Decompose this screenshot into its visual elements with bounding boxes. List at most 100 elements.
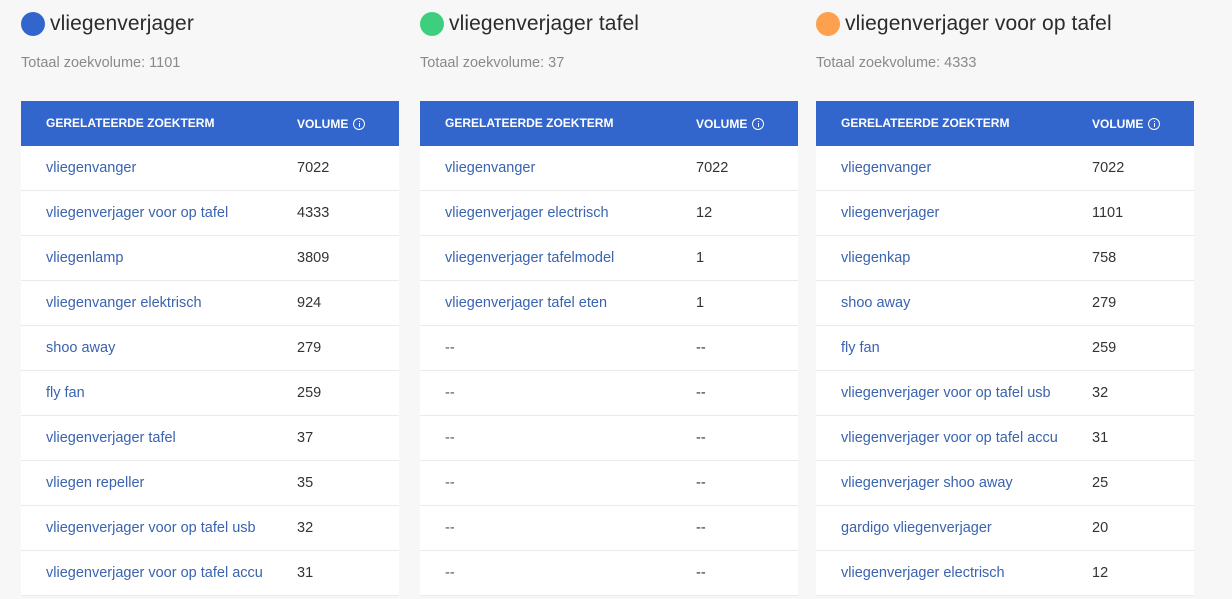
column-header-volume-label: VOLUME bbox=[696, 116, 748, 131]
total-search-volume: Totaal zoekvolume: 1101 bbox=[21, 55, 181, 71]
term-link[interactable]: vliegenverjager voor op tafel accu bbox=[841, 416, 1058, 460]
volume-value: 279 bbox=[297, 340, 322, 356]
table-row: vliegen repeller 35 bbox=[21, 461, 399, 506]
term-link[interactable]: vliegenverjager voor op tafel accu bbox=[46, 551, 263, 595]
table-row: vliegenlamp 3809 bbox=[21, 236, 399, 281]
table-row: fly fan 259 bbox=[816, 326, 1194, 371]
table-row: shoo away 279 bbox=[816, 281, 1194, 326]
volume-value: 4333 bbox=[297, 205, 330, 221]
term-link[interactable]: vliegenverjager tafel bbox=[46, 416, 176, 460]
table-row: vliegenverjager tafel eten 1 bbox=[420, 281, 798, 326]
table-row: vliegenverjager electrisch 12 bbox=[816, 551, 1194, 596]
table-row: vliegenverjager 1101 bbox=[816, 191, 1194, 236]
empty-term: -- bbox=[445, 520, 455, 536]
term-link[interactable]: vliegenverjager tafelmodel bbox=[445, 236, 614, 280]
table-row: vliegenkap 758 bbox=[816, 236, 1194, 281]
term-link[interactable]: vliegen repeller bbox=[46, 461, 144, 505]
volume-value: 32 bbox=[1092, 385, 1109, 401]
volume-value: 1101 bbox=[1092, 205, 1124, 221]
table-row: vliegenverjager voor op tafel usb 32 bbox=[816, 371, 1194, 416]
table-row: vliegenverjager tafelmodel 1 bbox=[420, 236, 798, 281]
related-terms-table: GERELATEERDE ZOEKTERM VOLUME vliegenvang… bbox=[420, 101, 798, 596]
volume-value: 25 bbox=[1092, 475, 1109, 491]
table-row: vliegenverjager voor op tafel 4333 bbox=[21, 191, 399, 236]
panel-title-text: vliegenverjager bbox=[50, 12, 194, 35]
term-link[interactable]: vliegenvanger elektrisch bbox=[46, 281, 202, 325]
column-header-volume-label: VOLUME bbox=[1092, 116, 1144, 131]
volume-value: 259 bbox=[1092, 340, 1117, 356]
table-header: GERELATEERDE ZOEKTERM VOLUME bbox=[420, 101, 798, 146]
volume-value: 35 bbox=[297, 475, 314, 491]
table-row: vliegenvanger 7022 bbox=[816, 146, 1194, 191]
table-header: GERELATEERDE ZOEKTERM VOLUME bbox=[816, 101, 1194, 146]
term-link[interactable]: vliegenverjager electrisch bbox=[445, 191, 609, 235]
volume-value: 7022 bbox=[297, 160, 330, 176]
column-header-volume: VOLUME bbox=[1092, 101, 1161, 146]
related-terms-table: GERELATEERDE ZOEKTERM VOLUME vliegenvang… bbox=[21, 101, 399, 596]
table-header: GERELATEERDE ZOEKTERM VOLUME bbox=[21, 101, 399, 146]
panel-title: vliegenverjager bbox=[21, 9, 194, 39]
volume-value: -- bbox=[696, 475, 706, 491]
empty-term: -- bbox=[445, 475, 455, 491]
volume-value: -- bbox=[696, 340, 706, 356]
term-link[interactable]: vliegenverjager voor op tafel bbox=[46, 191, 228, 235]
volume-value: 31 bbox=[1092, 430, 1109, 446]
volume-value: 20 bbox=[1092, 520, 1109, 536]
volume-value: 924 bbox=[297, 295, 322, 311]
column-header-term: GERELATEERDE ZOEKTERM bbox=[841, 116, 1010, 130]
table-row: -- -- bbox=[420, 506, 798, 551]
volume-value: 37 bbox=[297, 430, 314, 446]
volume-value: 31 bbox=[297, 565, 314, 581]
empty-term: -- bbox=[445, 340, 455, 356]
volume-value: 3809 bbox=[297, 250, 330, 266]
term-link[interactable]: vliegenkap bbox=[841, 236, 910, 280]
panel-title: vliegenverjager voor op tafel bbox=[816, 9, 1112, 39]
volume-value: 7022 bbox=[696, 160, 729, 176]
column-header-volume: VOLUME bbox=[297, 101, 366, 146]
table-row: gardigo vliegenverjager 20 bbox=[816, 506, 1194, 551]
empty-term: -- bbox=[445, 430, 455, 446]
term-link[interactable]: vliegenverjager tafel eten bbox=[445, 281, 607, 325]
volume-value: 32 bbox=[297, 520, 314, 536]
term-link[interactable]: gardigo vliegenverjager bbox=[841, 506, 992, 550]
term-link[interactable]: vliegenvanger bbox=[445, 146, 535, 190]
volume-value: 7022 bbox=[1092, 160, 1125, 176]
column-header-volume-label: VOLUME bbox=[297, 116, 349, 131]
term-link[interactable]: shoo away bbox=[46, 326, 115, 370]
panel-title-text: vliegenverjager voor op tafel bbox=[845, 12, 1112, 35]
table-row: vliegenverjager electrisch 12 bbox=[420, 191, 798, 236]
table-row: -- -- bbox=[420, 461, 798, 506]
term-link[interactable]: vliegenlamp bbox=[46, 236, 123, 280]
column-header-volume: VOLUME bbox=[696, 101, 765, 146]
volume-value: -- bbox=[696, 385, 706, 401]
table-row: fly fan 259 bbox=[21, 371, 399, 416]
info-icon[interactable] bbox=[1148, 117, 1161, 130]
column-header-term: GERELATEERDE ZOEKTERM bbox=[445, 116, 614, 130]
table-row: -- -- bbox=[420, 416, 798, 461]
term-link[interactable]: fly fan bbox=[841, 326, 880, 370]
term-link[interactable]: vliegenverjager voor op tafel usb bbox=[46, 506, 256, 550]
volume-value: -- bbox=[696, 520, 706, 536]
volume-value: 12 bbox=[696, 205, 713, 221]
term-link[interactable]: vliegenvanger bbox=[841, 146, 931, 190]
term-link[interactable]: vliegenvanger bbox=[46, 146, 136, 190]
term-link[interactable]: vliegenverjager electrisch bbox=[841, 551, 1005, 595]
term-link[interactable]: vliegenverjager bbox=[841, 191, 939, 235]
table-row: vliegenvanger elektrisch 924 bbox=[21, 281, 399, 326]
volume-value: 1 bbox=[696, 295, 705, 311]
term-link[interactable]: fly fan bbox=[46, 371, 85, 415]
table-row: vliegenvanger 7022 bbox=[21, 146, 399, 191]
info-icon[interactable] bbox=[752, 117, 765, 130]
volume-value: -- bbox=[696, 430, 706, 446]
term-link[interactable]: shoo away bbox=[841, 281, 910, 325]
table-row: -- -- bbox=[420, 551, 798, 596]
term-link[interactable]: vliegenverjager shoo away bbox=[841, 461, 1013, 505]
info-icon[interactable] bbox=[353, 117, 366, 130]
term-link[interactable]: vliegenverjager voor op tafel usb bbox=[841, 371, 1051, 415]
volume-value: 12 bbox=[1092, 565, 1109, 581]
panel-title-text: vliegenverjager tafel bbox=[449, 12, 640, 35]
column-header-term: GERELATEERDE ZOEKTERM bbox=[46, 116, 215, 130]
table-row: shoo away 279 bbox=[21, 326, 399, 371]
empty-term: -- bbox=[445, 565, 455, 581]
related-terms-table: GERELATEERDE ZOEKTERM VOLUME vliegenvang… bbox=[816, 101, 1194, 596]
